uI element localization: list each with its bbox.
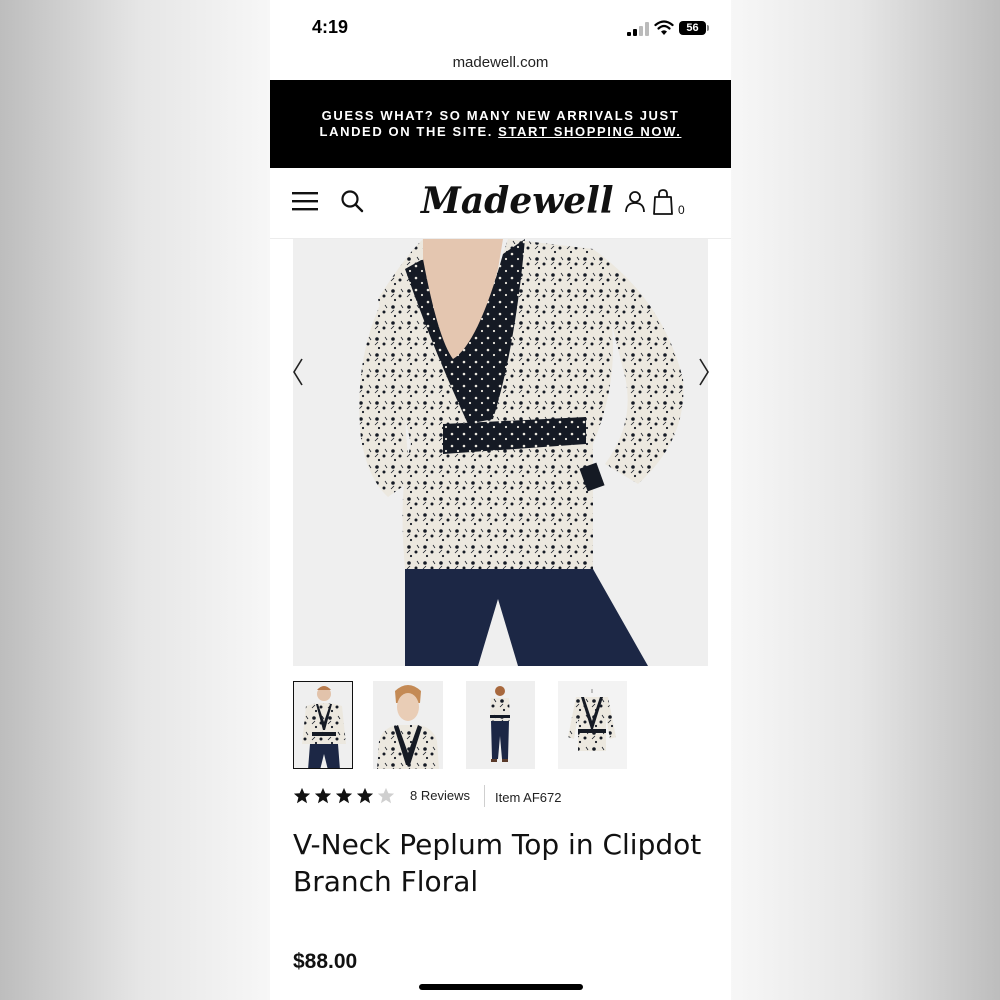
- thumbnail-1[interactable]: [293, 681, 353, 769]
- chevron-right-icon[interactable]: [698, 357, 710, 387]
- star-icon: [314, 787, 332, 804]
- account-icon[interactable]: [624, 190, 646, 214]
- cellular-signal-icon: [627, 22, 649, 36]
- product-image[interactable]: [293, 239, 708, 666]
- product-price: $88.00: [293, 950, 358, 973]
- home-indicator[interactable]: [419, 984, 583, 990]
- thumbnail-4[interactable]: [558, 681, 627, 769]
- battery-icon: 56: [679, 21, 706, 35]
- address-bar[interactable]: madewell.com: [270, 54, 731, 71]
- star-rating[interactable]: [293, 787, 395, 805]
- star-icon: [335, 787, 353, 804]
- reviews-link[interactable]: 8 Reviews: [410, 788, 470, 803]
- wifi-icon: [654, 20, 674, 35]
- product-title: V-Neck Peplum Top in Clipdot Branch Flor…: [293, 828, 702, 898]
- promo-banner: GUESS WHAT? SO MANY NEW ARRIVALS JUST LA…: [270, 80, 731, 168]
- start-shopping-link[interactable]: START SHOPPING NOW.: [498, 124, 681, 139]
- status-time: 4:19: [312, 17, 349, 37]
- star-icon: [377, 787, 395, 804]
- shopping-bag-icon[interactable]: [652, 189, 674, 215]
- item-number: Item AF672: [495, 790, 562, 805]
- star-icon: [356, 787, 374, 804]
- battery-tip: [707, 25, 709, 31]
- promo-text-block: GUESS WHAT? SO MANY NEW ARRIVALS JUST LA…: [301, 108, 701, 140]
- phone-screen: 4:19 56 madewell.com GUESS WHAT? SO MANY…: [270, 0, 731, 1000]
- product-photo-illustration: [293, 239, 708, 666]
- thumbnail-3[interactable]: [466, 681, 535, 769]
- chevron-left-icon[interactable]: [292, 357, 304, 387]
- bag-count: 0: [678, 203, 685, 217]
- star-icon: [293, 787, 311, 804]
- thumbnail-2[interactable]: [373, 681, 443, 769]
- hamburger-menu-icon[interactable]: [292, 190, 318, 212]
- site-header: Madewell 0: [270, 168, 731, 239]
- madewell-logo[interactable]: Madewell: [421, 180, 614, 222]
- divider: [484, 785, 485, 807]
- search-icon[interactable]: [340, 189, 364, 213]
